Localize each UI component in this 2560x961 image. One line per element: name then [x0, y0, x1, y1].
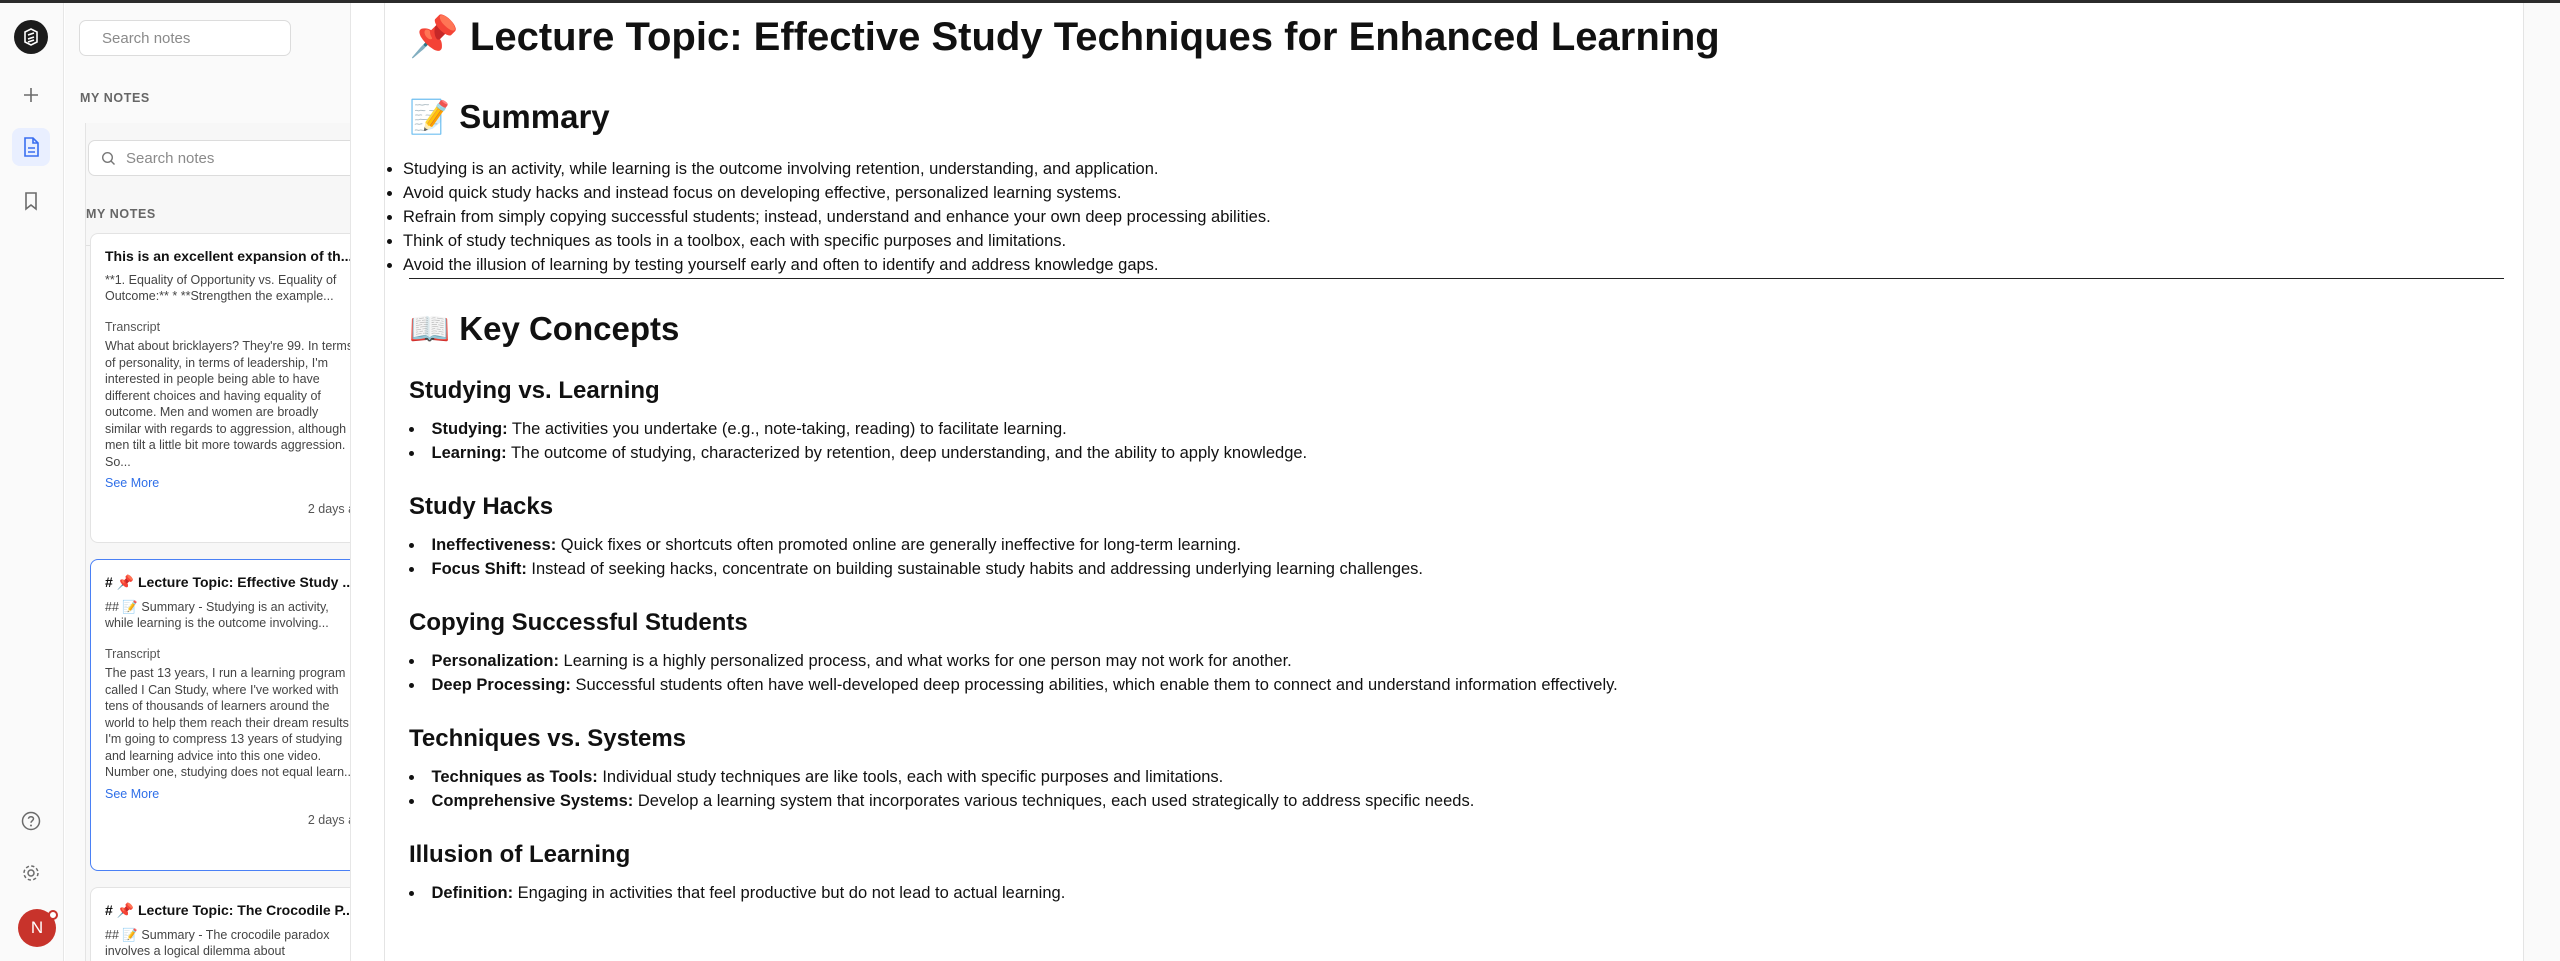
- note-content: 📌 Lecture Topic: Effective Study Techniq…: [403, 3, 2504, 905]
- search-box[interactable]: [79, 20, 301, 56]
- concept-item: Learning: The outcome of studying, chara…: [409, 441, 2504, 465]
- note-title: 📌 Lecture Topic: Effective Study Techniq…: [409, 15, 1720, 59]
- summary-item: Studying is an activity, while learning …: [403, 157, 2504, 181]
- concept-term: Deep Processing:: [431, 676, 571, 694]
- concept-item: Ineffectiveness: Quick fixes or shortcut…: [409, 533, 2504, 557]
- concept-term: Ineffectiveness:: [431, 536, 557, 554]
- section-heading: Illusion of Learning: [409, 841, 631, 868]
- concept-term: Focus Shift:: [431, 560, 527, 578]
- horizontal-rule: [409, 278, 2504, 279]
- section-heading: Study Hacks: [409, 493, 554, 520]
- summary-item: Avoid quick study hacks and instead focu…: [403, 181, 2504, 205]
- concept-item: Deep Processing: Successful students oft…: [409, 673, 2504, 697]
- see-more-link[interactable]: See More: [105, 476, 159, 490]
- settings-button[interactable]: [12, 854, 50, 892]
- inner-notes-panel: MY NOTES This is an excellent expansion …: [85, 123, 351, 961]
- concept-item: Studying: The activities you undertake (…: [409, 417, 2504, 441]
- note-card-preview: ## 📝 Summary - The crocodile paradox inv…: [105, 928, 330, 961]
- summary-item: Think of study techniques as tools in a …: [403, 229, 2504, 253]
- concept-text: Individual study techniques are like too…: [597, 768, 1224, 786]
- see-more-link[interactable]: See More: [105, 787, 159, 801]
- concept-text: Develop a learning system that incorpora…: [633, 792, 1475, 810]
- concept-list: Techniques as Tools: Individual study te…: [409, 765, 2504, 813]
- concept-text: The outcome of studying, characterized b…: [506, 444, 1308, 462]
- concept-list: Ineffectiveness: Quick fixes or shortcut…: [409, 533, 2504, 581]
- search-icon: [101, 151, 115, 165]
- transcript-text: The past 13 years, I run a learning prog…: [105, 666, 351, 779]
- concept-list: Studying: The activities you undertake (…: [409, 417, 2504, 465]
- summary-item: Refrain from simply copying successful s…: [403, 205, 2504, 229]
- bookmark-icon: [25, 192, 37, 211]
- note-card[interactable]: This is an excellent expansion of th... …: [90, 233, 351, 543]
- inner-section-label: MY NOTES: [86, 207, 156, 221]
- icon-rail: N: [0, 3, 64, 961]
- section-heading: Studying vs. Learning: [409, 377, 660, 404]
- bookmarks-nav-button[interactable]: [12, 182, 50, 220]
- concept-term: Comprehensive Systems:: [431, 792, 634, 810]
- right-gutter: [2524, 3, 2560, 961]
- concept-term: Definition:: [431, 884, 514, 902]
- gear-icon: [23, 865, 39, 881]
- concept-term: Studying:: [431, 420, 508, 438]
- inner-search-input[interactable]: [126, 149, 326, 167]
- concept-text: Quick fixes or shortcuts often promoted …: [556, 536, 1242, 554]
- avatar-initial: N: [30, 918, 44, 937]
- key-concepts-heading: 📖 Key Concepts: [409, 310, 680, 347]
- status-dot: [48, 910, 58, 920]
- app-logo-icon[interactable]: [14, 20, 48, 54]
- note-card-preview: **1. Equality of Opportunity vs. Equalit…: [105, 273, 337, 303]
- concept-list: Definition: Engaging in activities that …: [409, 881, 2504, 905]
- concept-text: Learning is a highly personalized proces…: [558, 652, 1292, 670]
- concept-term: Learning:: [431, 444, 507, 462]
- summary-heading: 📝 Summary: [409, 98, 610, 135]
- notes-nav-button[interactable]: [12, 128, 50, 166]
- section-heading: Copying Successful Students: [409, 609, 748, 636]
- note-editor[interactable]: 📌 Lecture Topic: Effective Study Techniq…: [384, 3, 2524, 961]
- concept-item: Definition: Engaging in activities that …: [409, 881, 2504, 905]
- transcript-label: Transcript: [105, 320, 161, 334]
- help-icon: [21, 811, 41, 831]
- new-note-button[interactable]: [12, 76, 50, 114]
- note-card-selected[interactable]: # 📌 Lecture Topic: Effective Study ... #…: [90, 559, 351, 871]
- section-heading: Techniques vs. Systems: [409, 725, 687, 752]
- notes-sidebar: MY NOTES MY NOTES This is an excellent e…: [65, 3, 351, 961]
- concept-item: Focus Shift: Instead of seeking hacks, c…: [409, 557, 2504, 581]
- note-card-preview: ## 📝 Summary - Studying is an activity, …: [105, 600, 329, 630]
- concept-text: Successful students often have well-deve…: [570, 676, 1618, 694]
- note-card-title: This is an excellent expansion of th...: [105, 248, 351, 264]
- concept-term: Personalization:: [431, 652, 559, 670]
- section-label: MY NOTES: [80, 91, 150, 105]
- concept-text: Instead of seeking hacks, concentrate on…: [526, 560, 1424, 578]
- concept-text: Engaging in activities that feel product…: [513, 884, 1066, 902]
- concept-item: Comprehensive Systems: Develop a learnin…: [409, 789, 2504, 813]
- note-card-title: # 📌 Lecture Topic: The Crocodile P...: [105, 902, 351, 918]
- note-card-date: 2 days ago: [307, 812, 350, 827]
- concept-list: Personalization: Learning is a highly pe…: [409, 649, 2504, 697]
- search-input[interactable]: [102, 29, 301, 47]
- concept-term: Techniques as Tools:: [431, 768, 598, 786]
- note-card-title: # 📌 Lecture Topic: Effective Study ...: [105, 574, 351, 590]
- concept-item: Techniques as Tools: Individual study te…: [409, 765, 2504, 789]
- user-avatar[interactable]: N: [18, 909, 58, 947]
- summary-item: Avoid the illusion of learning by testin…: [403, 253, 2504, 277]
- concept-text: The activities you undertake (e.g., note…: [507, 420, 1067, 438]
- note-card[interactable]: # 📌 Lecture Topic: The Crocodile P... ##…: [90, 887, 351, 961]
- transcript-label: Transcript: [105, 647, 161, 661]
- note-card-date: 2 days ago: [307, 502, 350, 516]
- plus-icon: [24, 88, 38, 102]
- concept-item: Personalization: Learning is a highly pe…: [409, 649, 2504, 673]
- help-button[interactable]: [12, 802, 50, 840]
- summary-list: Studying is an activity, while learning …: [385, 157, 2504, 277]
- transcript-text: What about bricklayers? They're 99. In t…: [105, 339, 351, 469]
- document-icon: [24, 137, 39, 157]
- inner-search-box[interactable]: [88, 140, 350, 176]
